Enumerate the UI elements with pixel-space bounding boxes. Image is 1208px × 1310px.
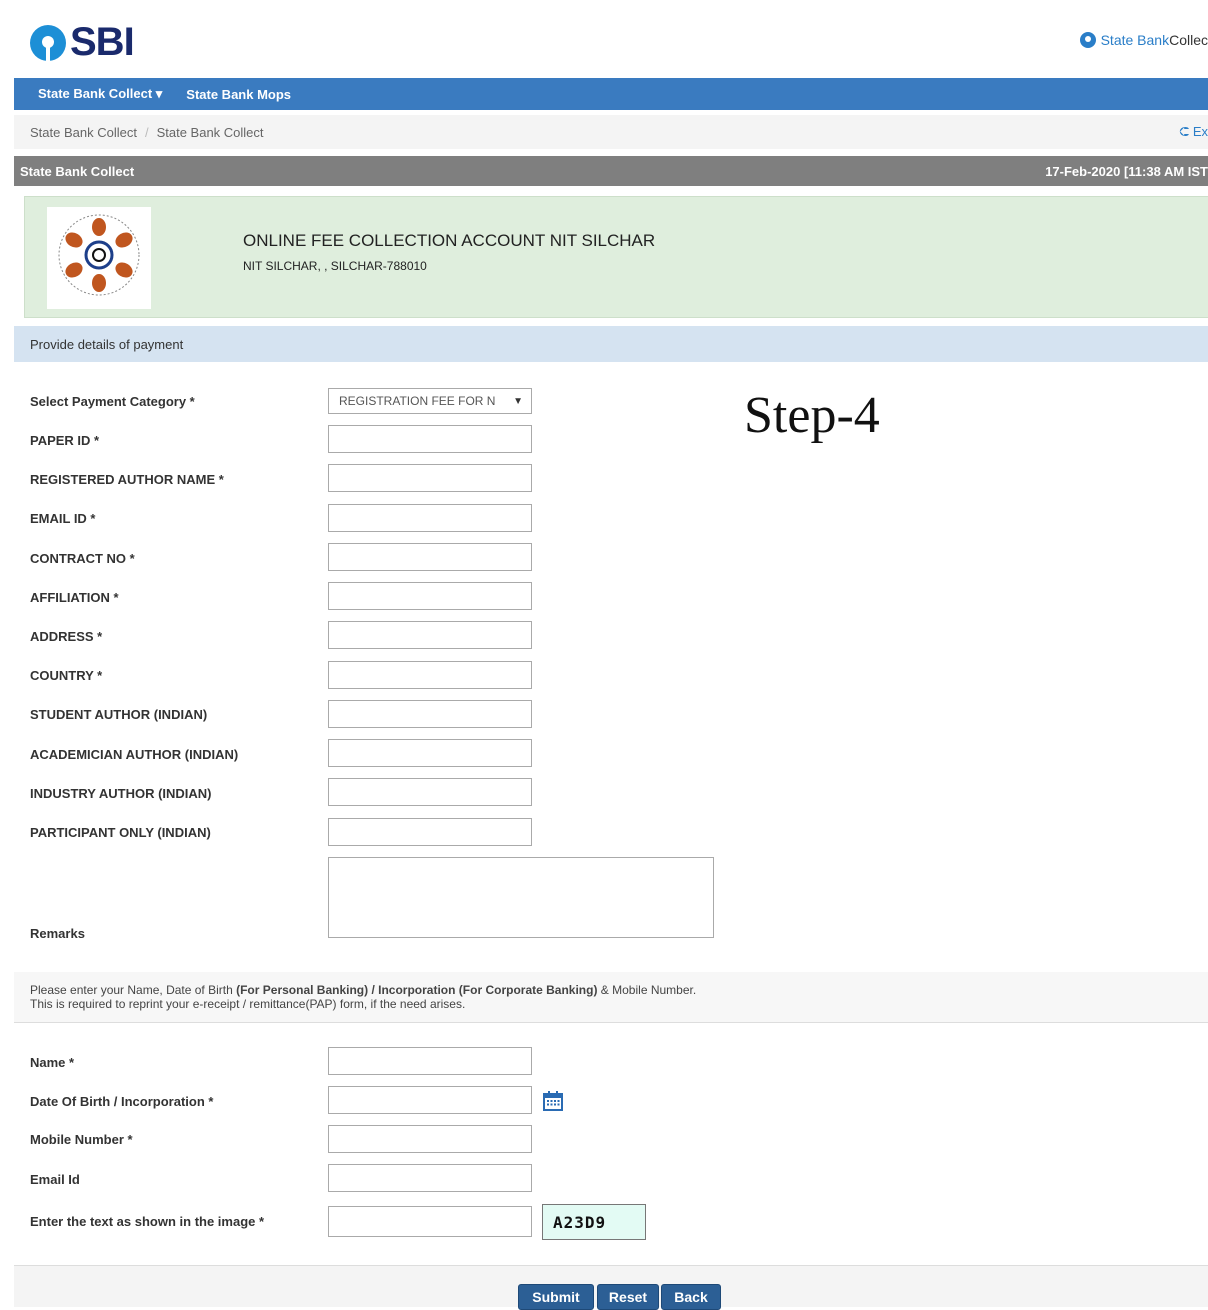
remarks-textarea[interactable] [328, 857, 714, 938]
submit-button[interactable]: Submit [518, 1284, 594, 1310]
breadcrumb-item-2: State Bank Collect [156, 124, 264, 140]
note-line-2: This is required to reprint your e-recei… [30, 997, 466, 1011]
section-title: State Bank Collect [20, 163, 135, 179]
contract-no-label: CONTRACT NO * [30, 551, 135, 566]
datetime-display: 17-Feb-2020 [11:38 AM IST [1045, 163, 1208, 179]
logo-text: SBI [70, 20, 135, 64]
nav-state-bank-collect[interactable]: State Bank Collect ▾ [14, 86, 174, 102]
exit-link[interactable]: ⮈ Ex [1179, 124, 1208, 140]
payment-details-text: Provide details of payment [30, 336, 184, 352]
sbi-logo[interactable]: SBI [30, 20, 135, 65]
top-header: SBI State Bank Collec [0, 0, 1208, 78]
dob-input[interactable] [328, 1086, 532, 1114]
step-annotation: Step-4 [744, 387, 880, 444]
industry-author-input[interactable] [328, 778, 532, 806]
reset-button[interactable]: Reset [597, 1284, 659, 1310]
country-input[interactable] [328, 661, 532, 689]
paper-id-input[interactable] [328, 425, 532, 453]
breadcrumb-separator: / [144, 124, 149, 140]
academician-author-input[interactable] [328, 739, 532, 767]
note-text-b: (For Personal Banking) / Incorporation (… [236, 983, 598, 997]
name-label: Name * [30, 1055, 75, 1070]
captcha-image: A23D9 [542, 1204, 646, 1240]
section-title-bar: State Bank Collect 17-Feb-2020 [11:38 AM… [14, 156, 1208, 186]
calendar-icon[interactable] [542, 1090, 564, 1112]
student-author-label: STUDENT AUTHOR (INDIAN) [30, 707, 208, 722]
address-input[interactable] [328, 621, 532, 649]
institution-panel: ONLINE FEE COLLECTION ACCOUNT NIT SILCHA… [24, 196, 1208, 318]
affiliation-input[interactable] [328, 582, 532, 610]
academician-author-label: ACADEMICIAN AUTHOR (INDIAN) [30, 747, 239, 762]
breadcrumb: State Bank Collect / State Bank Collect … [14, 115, 1208, 149]
dob-label: Date Of Birth / Incorporation * [30, 1094, 214, 1109]
brand-text-part2: Collec [1169, 32, 1208, 48]
payment-category-select[interactable]: REGISTRATION FEE FOR N ▼ [328, 388, 532, 414]
author-name-input[interactable] [328, 464, 532, 492]
name-input[interactable] [328, 1047, 532, 1075]
country-label: COUNTRY * [30, 668, 103, 683]
email-id-input[interactable] [328, 504, 532, 532]
participant-only-label: PARTICIPANT ONLY (INDIAN) [30, 825, 211, 840]
note-line-1: Please enter your Name, Date of Birth (F… [30, 983, 696, 997]
address-label: ADDRESS * [30, 629, 103, 644]
mobile-label: Mobile Number * [30, 1132, 133, 1147]
payment-category-value: REGISTRATION FEE FOR N [339, 394, 496, 408]
affiliation-label: AFFILIATION * [30, 590, 119, 605]
email-input[interactable] [328, 1164, 532, 1192]
participant-only-input[interactable] [328, 818, 532, 846]
state-bank-collect-brand[interactable]: State Bank Collec [1079, 32, 1208, 48]
note-text-a: Please enter your Name, Date of Birth [30, 983, 237, 997]
contract-no-input[interactable] [328, 543, 532, 571]
captcha-input[interactable] [328, 1206, 532, 1237]
main-navbar: State Bank Collect ▾ State Bank Mops [14, 78, 1208, 110]
nav-state-bank-mops[interactable]: State Bank Mops [174, 87, 303, 102]
payment-details-heading: Provide details of payment [14, 326, 1208, 362]
email-label: Email Id [30, 1172, 80, 1187]
paper-id-label: PAPER ID * [30, 433, 100, 448]
payment-category-label: Select Payment Category * [30, 394, 195, 409]
student-author-input[interactable] [328, 700, 532, 728]
sbi-small-logo-icon [1079, 32, 1096, 48]
breadcrumb-item-1[interactable]: State Bank Collect [30, 125, 137, 140]
reprint-note: Please enter your Name, Date of Birth (F… [14, 972, 1208, 1023]
nit-silchar-logo [47, 207, 151, 309]
dropdown-arrow-icon: ▼ [513, 395, 523, 407]
note-text-c: & Mobile Number. [597, 983, 697, 997]
sbi-logo-icon [30, 24, 66, 61]
back-button[interactable]: Back [661, 1284, 721, 1310]
remarks-label: Remarks [30, 926, 85, 941]
mobile-input[interactable] [328, 1125, 532, 1153]
industry-author-label: INDUSTRY AUTHOR (INDIAN) [30, 786, 212, 801]
author-name-label: REGISTERED AUTHOR NAME * [30, 472, 224, 487]
captcha-label: Enter the text as shown in the image * [30, 1214, 265, 1229]
institution-title: ONLINE FEE COLLECTION ACCOUNT NIT SILCHA… [243, 231, 656, 250]
email-id-label: EMAIL ID * [30, 511, 96, 526]
institution-address: NIT SILCHAR, , SILCHAR-788010 [243, 259, 427, 273]
brand-text-part1: State Bank [1100, 32, 1170, 48]
